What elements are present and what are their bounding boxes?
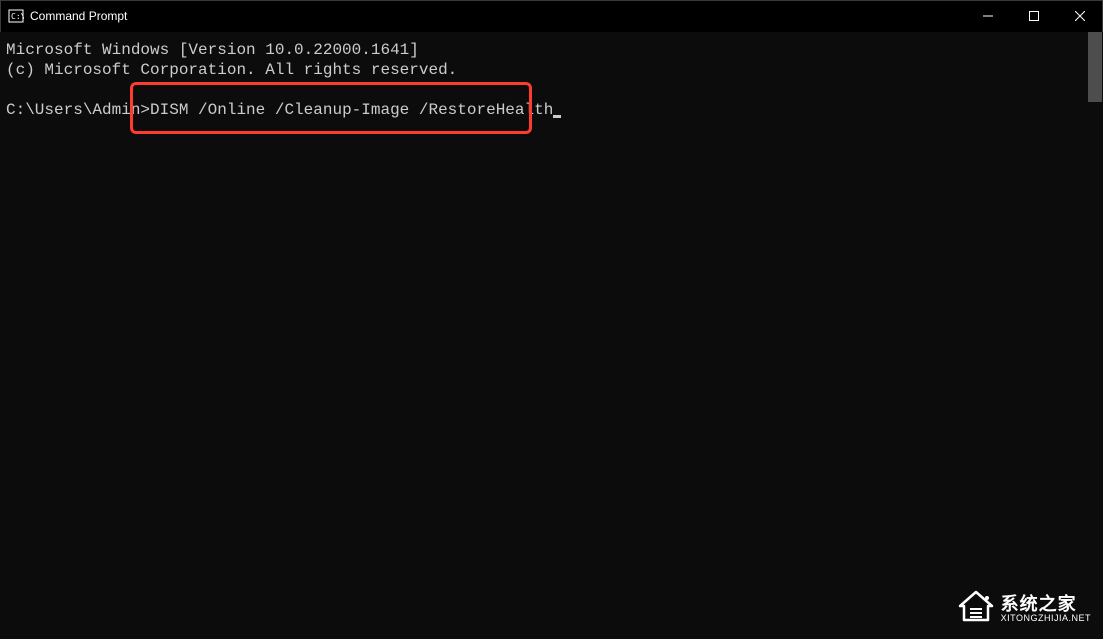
window-controls	[965, 0, 1103, 32]
window-title: Command Prompt	[30, 9, 965, 23]
minimize-button[interactable]	[965, 0, 1011, 32]
watermark-text: 系统之家 XITONGZHIJIA.NET	[1001, 595, 1091, 625]
titlebar[interactable]: C:\ Command Prompt	[0, 0, 1103, 32]
scrollbar-thumb[interactable]	[1088, 32, 1102, 102]
terminal-prompt-line: C:\Users\Admin>DISM /Online /Cleanup-Ima…	[6, 100, 1103, 120]
house-icon	[957, 590, 995, 629]
terminal-body[interactable]: Microsoft Windows [Version 10.0.22000.16…	[0, 32, 1103, 639]
scrollbar[interactable]	[1086, 32, 1102, 639]
terminal-output-line: Microsoft Windows [Version 10.0.22000.16…	[6, 40, 1103, 60]
terminal-output-line: (c) Microsoft Corporation. All rights re…	[6, 60, 1103, 80]
svg-text:C:\: C:\	[11, 12, 24, 21]
watermark-main: 系统之家	[1001, 595, 1091, 615]
maximize-button[interactable]	[1011, 0, 1057, 32]
close-button[interactable]	[1057, 0, 1103, 32]
watermark-sub: XITONGZHIJIA.NET	[1001, 614, 1091, 624]
cursor-icon	[553, 115, 561, 118]
watermark: 系统之家 XITONGZHIJIA.NET	[957, 590, 1091, 629]
terminal-prompt: C:\Users\Admin>	[6, 101, 150, 119]
cmd-icon: C:\	[8, 8, 24, 24]
terminal-command: DISM /Online /Cleanup-Image /RestoreHeal…	[150, 101, 553, 119]
